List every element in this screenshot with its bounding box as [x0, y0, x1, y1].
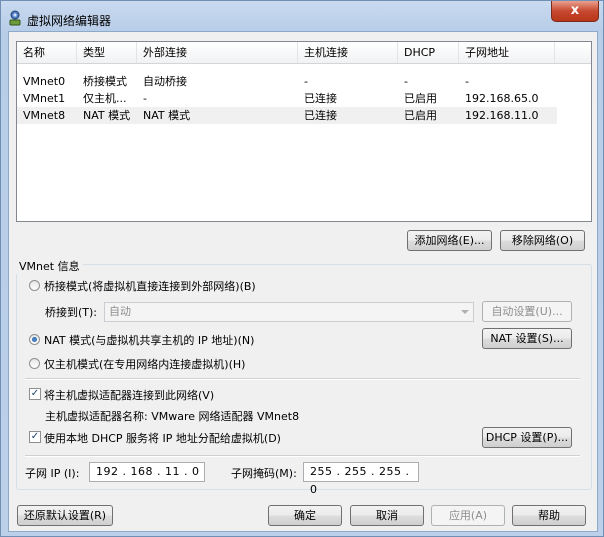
table-row-vmnet0[interactable]: VMnet0 桥接模式 自动桥接 - - -	[17, 73, 591, 90]
column-header-external[interactable]: 外部连接	[137, 42, 298, 63]
bridged-to-select[interactable]: 自动	[104, 302, 474, 322]
dhcp-settings-button[interactable]: DHCP 设置(P)...	[482, 427, 572, 448]
restore-defaults-button[interactable]: 还原默认设置(R)	[17, 505, 113, 526]
apply-button[interactable]: 应用(A)	[431, 505, 505, 526]
bridged-to-value: 自动	[109, 305, 131, 318]
divider	[25, 378, 580, 380]
subnet-mask-label: 子网掩码(M):	[231, 467, 297, 480]
cell-subnet: 192.168.11.0	[465, 109, 539, 122]
cell-host: 已连接	[304, 92, 337, 105]
column-header-name[interactable]: 名称	[17, 42, 77, 63]
nat-settings-button[interactable]: NAT 设置(S)...	[482, 328, 572, 349]
network-editor-icon	[9, 10, 21, 26]
remove-network-button[interactable]: 移除网络(O)	[500, 230, 585, 251]
cell-host: -	[304, 75, 308, 88]
column-header-dhcp[interactable]: DHCP	[398, 42, 459, 63]
bridged-mode-radio[interactable]	[29, 280, 40, 291]
use-dhcp-label[interactable]: 使用本地 DHCP 服务将 IP 地址分配给虚拟机(D)	[44, 430, 281, 446]
cell-name: VMnet8	[23, 109, 66, 122]
close-button[interactable]: x	[551, 1, 599, 22]
add-network-button[interactable]: 添加网络(E)...	[407, 230, 492, 251]
subnet-ip-label: 子网 IP (I):	[25, 467, 80, 480]
column-header-subnet[interactable]: 子网地址	[459, 42, 555, 63]
cell-subnet: 192.168.65.0	[465, 92, 539, 105]
network-list[interactable]: 名称 类型 外部连接 主机连接 DHCP 子网地址 VMnet0 桥接模式 自动…	[16, 41, 592, 222]
cell-host: 已连接	[304, 109, 337, 122]
cell-dhcp: -	[404, 75, 408, 88]
cell-type: NAT 模式	[83, 109, 131, 122]
cancel-button[interactable]: 取消	[350, 505, 424, 526]
dialog-body: 名称 类型 外部连接 主机连接 DHCP 子网地址 VMnet0 桥接模式 自动…	[8, 31, 598, 532]
cell-type: 仅主机...	[83, 92, 127, 105]
vmnet-info-label: VMnet 信息	[16, 258, 83, 274]
bridged-mode-label[interactable]: 桥接模式(将虚拟机直接连接到外部网络)(B)	[44, 278, 256, 294]
cell-external: -	[143, 92, 147, 105]
column-header-host[interactable]: 主机连接	[298, 42, 398, 63]
host-only-mode-label[interactable]: 仅主机模式(在专用网络内连接虚拟机)(H)	[44, 356, 245, 372]
cell-type: 桥接模式	[83, 75, 127, 88]
cell-subnet: -	[465, 75, 469, 88]
bridged-to-label: 桥接到(T):	[45, 306, 98, 319]
window-title: 虚拟网络编辑器	[27, 14, 112, 28]
table-row-vmnet1[interactable]: VMnet1 仅主机... - 已连接 已启用 192.168.65.0	[17, 90, 591, 107]
cell-dhcp: 已启用	[404, 92, 437, 105]
cell-dhcp: 已启用	[404, 109, 437, 122]
auto-settings-button[interactable]: 自动设置(U)...	[482, 301, 572, 322]
host-only-mode-radio[interactable]	[29, 358, 40, 369]
cell-external: NAT 模式	[143, 109, 191, 122]
divider	[25, 455, 580, 457]
cell-name: VMnet0	[23, 75, 66, 88]
table-row-vmnet8[interactable]: VMnet8 NAT 模式 NAT 模式 已连接 已启用 192.168.11.…	[17, 107, 557, 124]
use-dhcp-checkbox[interactable]: ✓	[29, 431, 41, 443]
ok-button[interactable]: 确定	[268, 505, 342, 526]
cell-external: 自动桥接	[143, 75, 187, 88]
connect-adapter-checkbox[interactable]: ✓	[29, 388, 41, 400]
virtual-network-editor-window: 虚拟网络编辑器 x 名称 类型 外部连接 主机连接 DHCP 子网地址 VMne…	[0, 0, 604, 537]
chevron-down-icon	[461, 310, 469, 314]
subnet-mask-input[interactable]: 255 . 255 . 255 . 0	[303, 462, 419, 496]
nat-mode-label[interactable]: NAT 模式(与虚拟机共享主机的 IP 地址)(N)	[44, 332, 254, 348]
cell-name: VMnet1	[23, 92, 66, 105]
help-button[interactable]: 帮助	[512, 505, 586, 526]
connect-adapter-label[interactable]: 将主机虚拟适配器连接到此网络(V)	[44, 387, 214, 403]
adapter-name-label: 主机虚拟适配器名称: VMware 网络适配器 VMnet8	[45, 410, 300, 423]
subnet-ip-input[interactable]: 192 . 168 . 11 . 0	[89, 462, 205, 482]
title-bar[interactable]: 虚拟网络编辑器 x	[1, 1, 603, 35]
list-header: 名称 类型 外部连接 主机连接 DHCP 子网地址	[17, 42, 591, 64]
nat-mode-radio[interactable]	[29, 334, 40, 345]
column-header-type[interactable]: 类型	[77, 42, 137, 63]
